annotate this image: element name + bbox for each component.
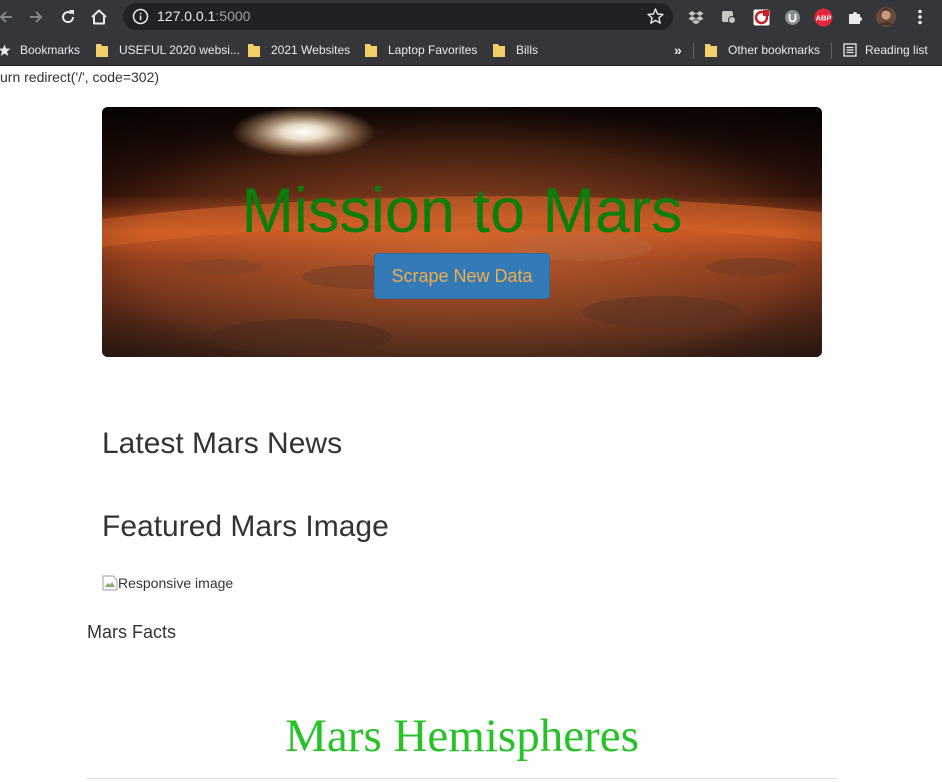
folder-icon	[365, 44, 377, 57]
featured-image-alt-text: Responsive image	[118, 575, 234, 591]
url-text[interactable]: 127.0.0.1:5000	[157, 8, 250, 25]
hemispheres-heading: Mars Hemispheres	[285, 710, 639, 762]
mars-facts-label: Mars Facts	[87, 622, 177, 642]
puzzle-icon	[848, 11, 862, 24]
url-port: :5000	[215, 8, 251, 24]
bookmark-folder-useful-2020[interactable]: USEFUL 2020 websi...	[96, 41, 240, 59]
bookmark-label: 2021 Websites	[271, 43, 351, 57]
featured-image-heading: Featured Mars Image	[102, 510, 389, 543]
back-button[interactable]	[0, 5, 18, 29]
adblock-icon: ABP	[814, 8, 832, 26]
bookmark-star-icon[interactable]	[646, 7, 665, 26]
menu-icon	[918, 9, 922, 25]
overflow-chevron-icon: »	[674, 42, 682, 58]
profile-button[interactable]	[876, 7, 896, 27]
extension-icon	[722, 11, 736, 24]
folder-icon	[705, 44, 717, 57]
scrape-new-data-button[interactable]: Scrape New Data	[374, 253, 550, 299]
extension-button[interactable]	[719, 7, 739, 27]
url-host: 127.0.0.1	[157, 8, 216, 24]
bookmarks-overflow-button[interactable]: »	[674, 41, 682, 59]
bookmarks-separator	[693, 43, 694, 59]
featured-image: Responsive image	[102, 574, 233, 592]
latest-news-heading: Latest Mars News	[102, 427, 343, 460]
bookmarks-separator	[831, 43, 832, 59]
dropbox-extension[interactable]	[686, 7, 706, 27]
pocket-icon	[753, 9, 769, 25]
divider	[87, 778, 837, 779]
folder-icon	[248, 44, 260, 57]
back-arrow-icon	[0, 11, 12, 23]
address-bar[interactable]: 127.0.0.1:5000	[123, 3, 673, 30]
reading-list-button[interactable]: Reading list	[843, 41, 928, 59]
folder-icon	[96, 44, 108, 57]
dropbox-icon	[688, 11, 704, 25]
forward-button[interactable]	[24, 5, 48, 29]
bookmark-folder-bills[interactable]: Bills	[493, 41, 538, 59]
bookmark-folder-laptop-favorites[interactable]: Laptop Favorites	[365, 41, 477, 59]
ublock-extension[interactable]	[782, 7, 802, 27]
reload-icon	[62, 10, 75, 24]
home-button[interactable]	[87, 5, 111, 29]
adblock-text: ABP	[815, 13, 831, 22]
reading-list-icon	[843, 43, 857, 57]
debug-output-text: urn redirect('/', code=302)	[0, 69, 160, 85]
adblock-extension[interactable]: ABP	[813, 7, 833, 27]
extensions-menu-button[interactable]	[845, 7, 865, 27]
bookmarks-bar: Bookmarks USEFUL 2020 websi... 2021 Webs…	[0, 34, 942, 66]
reload-button[interactable]	[56, 5, 80, 29]
ublock-icon	[784, 9, 800, 25]
bookmark-bookmarks[interactable]: Bookmarks	[0, 41, 80, 59]
page-title: Mission to Mars	[241, 176, 683, 246]
folder-icon	[493, 44, 505, 57]
info-icon[interactable]	[132, 8, 149, 25]
bookmark-label: Bookmarks	[20, 43, 81, 57]
bookmark-label: Bills	[516, 43, 539, 57]
bookmark-folder-2021-websites[interactable]: 2021 Websites	[248, 41, 350, 59]
bookmark-label: Laptop Favorites	[388, 43, 478, 57]
star-icon	[0, 44, 11, 56]
browser-menu-button[interactable]	[910, 7, 930, 27]
bookmark-label: Other bookmarks	[728, 43, 821, 57]
home-icon	[91, 9, 107, 25]
avatar	[876, 7, 896, 27]
reading-list-label: Reading list	[865, 43, 928, 57]
pocket-extension[interactable]	[751, 7, 771, 27]
bookmark-label: USEFUL 2020 websi...	[119, 43, 240, 57]
broken-image-icon	[102, 575, 118, 591]
jumbotron: Mission to Mars Scrape New Data	[102, 107, 822, 357]
browser-toolbar: 127.0.0.1:5000 ABP	[0, 0, 942, 34]
forward-arrow-icon	[30, 11, 43, 23]
bookmark-other-bookmarks[interactable]: Other bookmarks	[705, 41, 820, 59]
